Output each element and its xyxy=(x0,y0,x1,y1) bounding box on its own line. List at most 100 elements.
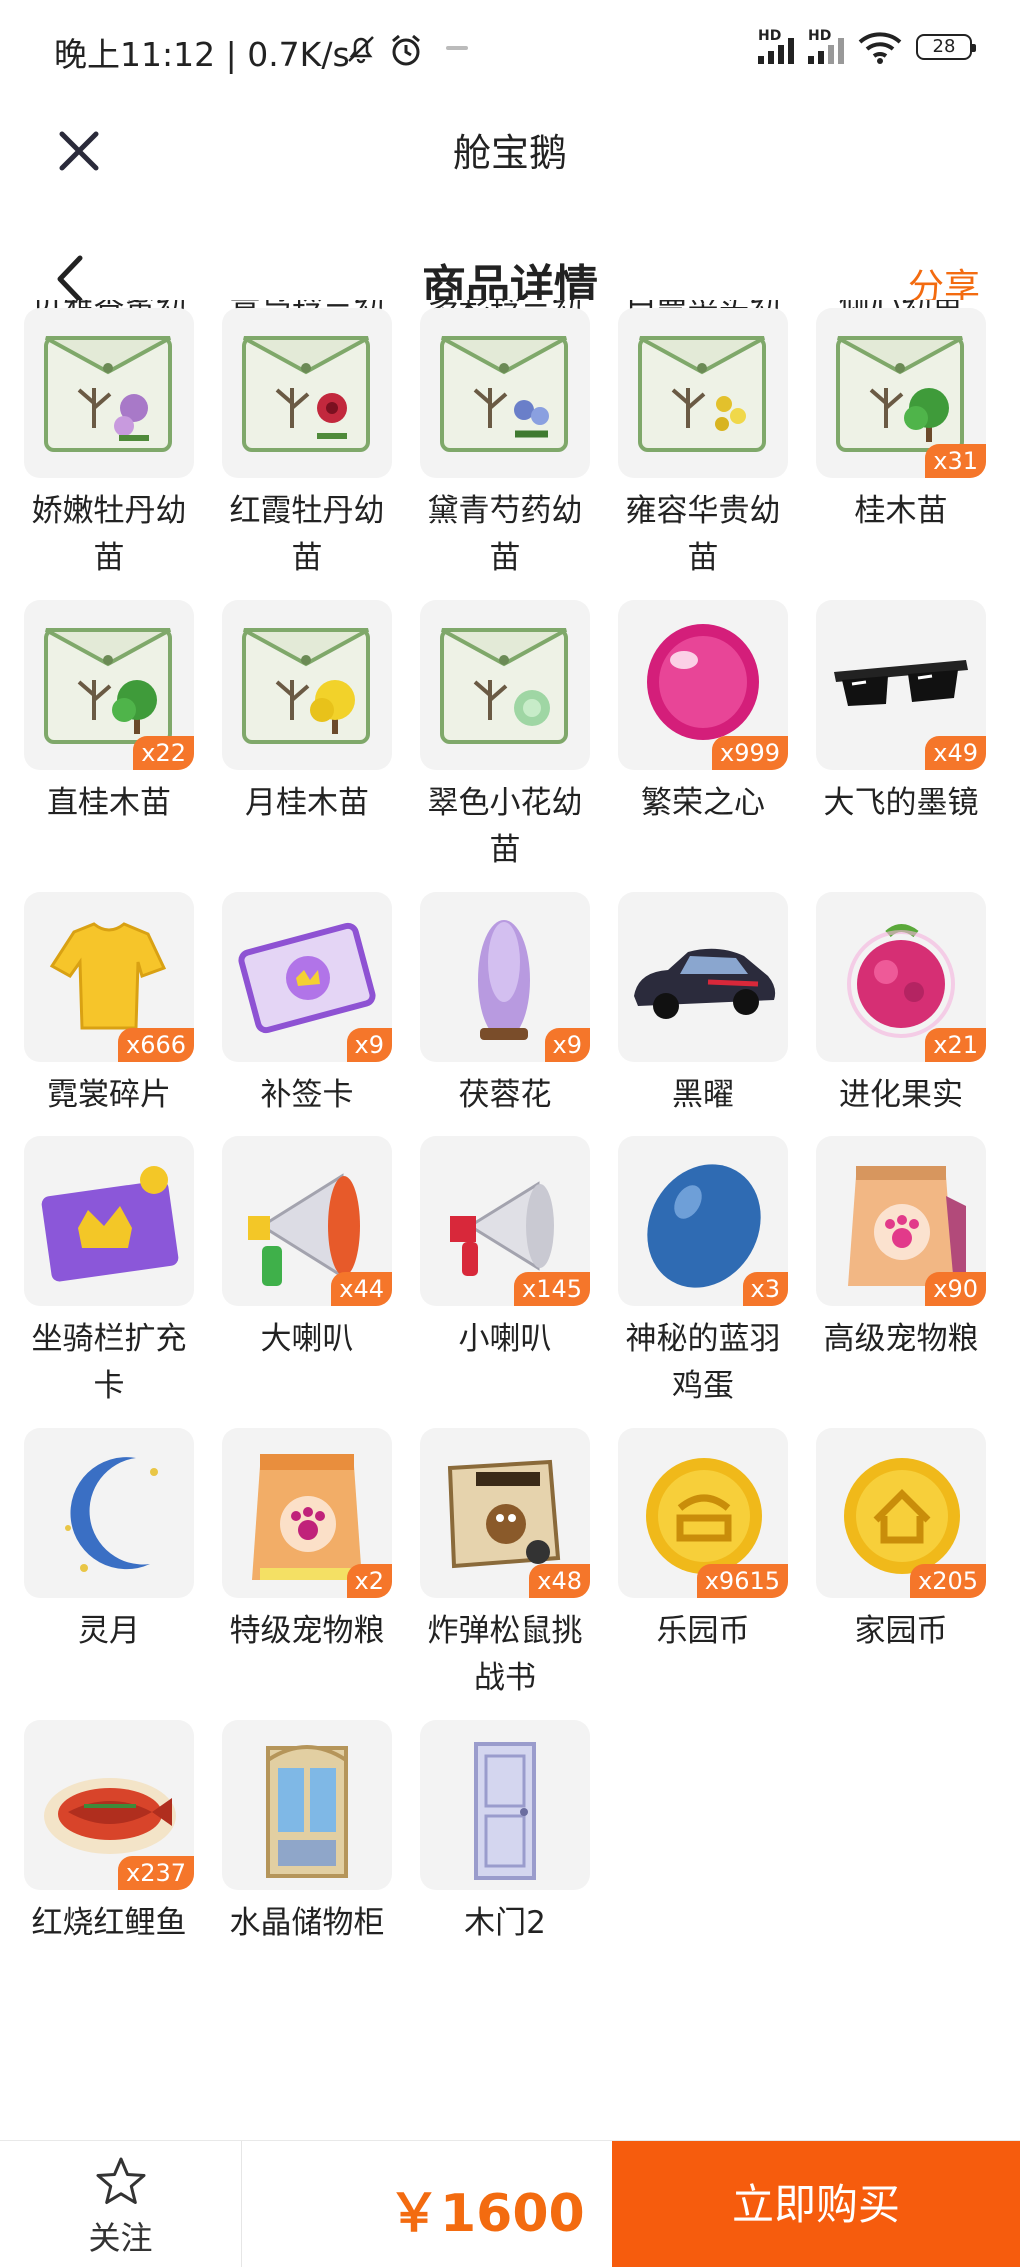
seed-pack-yellow-tree-icon xyxy=(242,628,370,744)
item-name: 茯蓉花 xyxy=(458,1077,552,1113)
buy-now-button[interactable]: 立即购买 xyxy=(612,2141,1020,2267)
item-name: 家园币 xyxy=(854,1613,948,1649)
item-name: 水晶储物柜 xyxy=(229,1905,385,1941)
reward-item[interactable]: x49 大飞的墨镜 xyxy=(792,600,990,890)
seed-pack-purple-flower-icon xyxy=(44,336,172,452)
item-thumbnail[interactable]: x2 xyxy=(222,1428,392,1598)
wifi-icon xyxy=(858,32,902,64)
item-thumbnail[interactable] xyxy=(222,1720,392,1890)
reward-item[interactable]: x205 家园币 xyxy=(792,1428,990,1718)
reward-item[interactable]: 月桂木苗 xyxy=(198,600,396,890)
black-car-icon xyxy=(634,948,776,1019)
item-thumbnail[interactable]: x9 xyxy=(420,892,590,1062)
item-thumbnail[interactable]: x49 xyxy=(816,600,986,770)
item-thumbnail[interactable] xyxy=(618,308,788,478)
seed-pack-green-flower-icon xyxy=(440,628,568,744)
reward-items-grid: 贝雅香蜜幼苗 青鸟铃兰幼苗 多彩铃兰幼苗 白曼菜实幼苗 倾心幼苗 娇嫩牡丹幼苗红… xyxy=(0,300,1020,2140)
item-count-badge: x9 xyxy=(544,1028,590,1062)
item-thumbnail[interactable]: x9615 xyxy=(618,1428,788,1598)
reward-item[interactable]: x9615 乐园币 xyxy=(594,1428,792,1718)
follow-button[interactable]: 关注 xyxy=(0,2141,242,2267)
reward-item[interactable]: 黛青芍药幼苗 xyxy=(396,308,594,598)
reward-item[interactable]: x90 高级宠物粮 xyxy=(792,1136,990,1426)
reward-item[interactable]: 木门2 xyxy=(396,1720,594,2010)
reward-item[interactable]: x31 桂木苗 xyxy=(792,308,990,598)
item-thumbnail[interactable] xyxy=(420,600,590,770)
item-name: 坐骑栏扩充卡 xyxy=(31,1321,187,1404)
reward-item[interactable]: 坐骑栏扩充卡 xyxy=(0,1136,198,1426)
item-name: 桂木苗 xyxy=(854,493,948,529)
item-count-badge: x48 xyxy=(529,1564,590,1598)
signal-2-icon: HD xyxy=(808,28,844,64)
item-thumbnail[interactable]: x48 xyxy=(420,1428,590,1598)
item-thumbnail[interactable] xyxy=(222,600,392,770)
item-name: 黑曜 xyxy=(672,1077,734,1113)
item-count-badge: x666 xyxy=(117,1028,194,1062)
follow-label: 关注 xyxy=(88,2219,153,2257)
bell-muted-icon xyxy=(348,36,374,64)
item-name: 特级宠物粮 xyxy=(229,1613,385,1649)
item-name: 雍容华贵幼苗 xyxy=(625,493,781,576)
item-name: 霓裳碎片 xyxy=(47,1077,171,1113)
item-name: 炸弹松鼠挑 战书 xyxy=(427,1613,583,1696)
crown-card-icon xyxy=(41,1166,179,1282)
item-name: 红霞牡丹幼苗 xyxy=(229,493,385,576)
item-thumbnail[interactable]: x999 xyxy=(618,600,788,770)
reward-item[interactable]: x999 繁荣之心 xyxy=(594,600,792,890)
reward-item[interactable]: 娇嫩牡丹幼苗 xyxy=(0,308,198,598)
reward-item[interactable]: x3 神秘的蓝羽 鸡蛋 xyxy=(594,1136,792,1426)
reward-item[interactable]: 翠色小花幼苗 xyxy=(396,600,594,890)
wooden-door-icon xyxy=(474,1742,536,1880)
item-name: 乐园币 xyxy=(656,1613,750,1649)
reward-item[interactable]: 雍容华贵幼苗 xyxy=(594,308,792,598)
notification-dot-icon xyxy=(446,46,468,50)
item-thumbnail[interactable]: x9 xyxy=(222,892,392,1062)
reward-item[interactable]: 灵月 xyxy=(0,1428,198,1718)
item-count-badge: x21 xyxy=(925,1028,986,1062)
item-name: 直桂木苗 xyxy=(47,785,171,821)
item-thumbnail[interactable]: x22 xyxy=(24,600,194,770)
item-thumbnail[interactable] xyxy=(24,1136,194,1306)
item-count-badge: x3 xyxy=(742,1272,788,1306)
item-thumbnail[interactable]: x44 xyxy=(222,1136,392,1306)
item-count-badge: x49 xyxy=(925,736,986,770)
item-count-badge: x9 xyxy=(346,1028,392,1062)
item-thumbnail[interactable] xyxy=(618,892,788,1062)
item-thumbnail[interactable]: x3 xyxy=(618,1136,788,1306)
item-thumbnail[interactable]: x205 xyxy=(816,1428,986,1598)
item-thumbnail[interactable]: x90 xyxy=(816,1136,986,1306)
item-thumbnail[interactable]: x666 xyxy=(24,892,194,1062)
signal-1-icon: HD xyxy=(758,28,794,64)
item-thumbnail[interactable]: x145 xyxy=(420,1136,590,1306)
item-name: 繁荣之心 xyxy=(641,785,765,821)
item-thumbnail[interactable]: x237 xyxy=(24,1720,194,1890)
reward-item[interactable]: x44 大喇叭 xyxy=(198,1136,396,1426)
item-name: 红烧红鲤鱼 xyxy=(31,1905,187,1941)
item-thumbnail[interactable]: x21 xyxy=(816,892,986,1062)
item-name: 大喇叭 xyxy=(260,1321,354,1357)
item-name: 黛青芍药幼苗 xyxy=(427,493,583,576)
item-name: 补签卡 xyxy=(260,1077,354,1113)
reward-item[interactable]: x22 直桂木苗 xyxy=(0,600,198,890)
price: ￥1600 xyxy=(388,2184,585,2244)
star-icon xyxy=(96,2157,146,2204)
reward-item[interactable]: x2 特级宠物粮 xyxy=(198,1428,396,1718)
item-name: 翠色小花幼苗 xyxy=(427,785,583,868)
item-thumbnail[interactable] xyxy=(222,308,392,478)
reward-item[interactable]: x145 小喇叭 xyxy=(396,1136,594,1426)
item-thumbnail[interactable] xyxy=(24,1428,194,1598)
item-thumbnail[interactable]: x31 xyxy=(816,308,986,478)
item-thumbnail[interactable] xyxy=(420,308,590,478)
seed-pack-red-flower-icon xyxy=(242,336,370,452)
alarm-clock-icon xyxy=(392,34,420,66)
status-time: 晚上11:12 | 0.7K/s xyxy=(54,35,350,74)
reward-item[interactable]: 水晶储物柜 xyxy=(198,1720,396,2010)
status-bar: 晚上11:12 | 0.7K/s HD HD 28 xyxy=(0,0,1020,100)
reward-item[interactable]: x48 炸弹松鼠挑 战书 xyxy=(396,1428,594,1718)
item-thumbnail[interactable] xyxy=(420,1720,590,1890)
item-count-badge: x2 xyxy=(346,1564,392,1598)
reward-item[interactable]: 红霞牡丹幼苗 xyxy=(198,308,396,598)
item-thumbnail[interactable] xyxy=(24,308,194,478)
reward-item[interactable]: x237 红烧红鲤鱼 xyxy=(0,1720,198,2010)
crystal-cabinet-icon xyxy=(266,1745,348,1878)
